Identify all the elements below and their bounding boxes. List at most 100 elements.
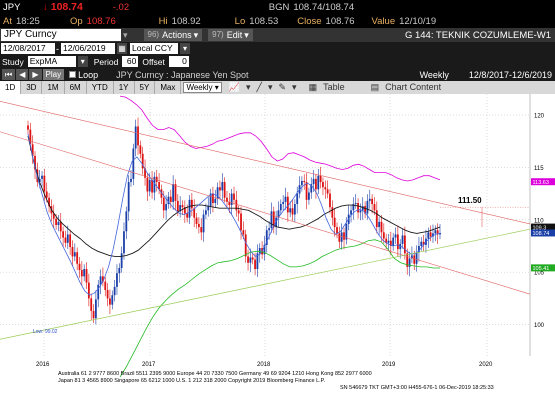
calendar-icon[interactable]: ▦ bbox=[117, 43, 127, 54]
candle-body bbox=[197, 223, 200, 228]
candle-body bbox=[305, 182, 308, 200]
edit-button[interactable]: 97) Edit ▾ bbox=[208, 29, 253, 41]
period-label: Period bbox=[93, 56, 119, 67]
step-back-button[interactable]: ◀ bbox=[16, 69, 29, 80]
playback-bar: ⏮ ◀ ▶ Play Loop JPY Curncy : Japanese Ye… bbox=[0, 68, 555, 81]
frequency-select[interactable]: Weekly ▾ bbox=[183, 82, 222, 93]
candle-body bbox=[87, 282, 90, 299]
candle-body bbox=[172, 184, 175, 202]
period-ytd[interactable]: YTD bbox=[87, 81, 114, 94]
period-5y[interactable]: 5Y bbox=[135, 81, 156, 94]
candle-body bbox=[303, 180, 306, 183]
table-icon[interactable]: ▦ bbox=[306, 81, 321, 94]
chevron-down-icon[interactable]: ▾ bbox=[77, 56, 88, 67]
offset-input[interactable]: 0 bbox=[168, 56, 189, 67]
candle-body bbox=[120, 253, 123, 268]
loop-label: Loop bbox=[78, 69, 99, 80]
candle-body bbox=[268, 228, 271, 231]
y-tick-label: 120 bbox=[534, 113, 545, 119]
candle-body bbox=[186, 213, 189, 218]
candle-body bbox=[57, 221, 60, 225]
candle-body bbox=[315, 178, 317, 190]
candle-body bbox=[247, 256, 249, 263]
dropdown-arrow-icon[interactable]: ▾ bbox=[123, 30, 128, 41]
candle-body bbox=[233, 193, 235, 200]
at-time: 18:25 bbox=[15, 15, 40, 27]
loop-checkbox[interactable] bbox=[69, 71, 77, 78]
candle-body bbox=[420, 241, 423, 246]
candle-body bbox=[73, 252, 76, 257]
chevron-down-icon[interactable]: ▾ bbox=[180, 43, 190, 54]
price-chart[interactable]: 1001051101151202016 2017 2018 2019 2020111.5… bbox=[0, 94, 555, 400]
start-date-input[interactable]: 12/08/2017 bbox=[1, 43, 55, 54]
candle-body bbox=[324, 187, 327, 190]
period-6m[interactable]: 6M bbox=[65, 81, 87, 94]
candle-body bbox=[195, 217, 198, 224]
candle-body bbox=[329, 193, 331, 208]
annotation-label: 111.50 bbox=[458, 196, 482, 205]
bgn-value: 108.74/108.74 bbox=[293, 1, 355, 13]
period-1y[interactable]: 1Y bbox=[114, 81, 135, 94]
candle-body bbox=[434, 230, 437, 234]
candle-body bbox=[380, 221, 383, 233]
table-button[interactable]: Table bbox=[320, 81, 348, 94]
security-field[interactable]: JPY Curncy bbox=[1, 29, 121, 41]
period-3d[interactable]: 3D bbox=[21, 81, 43, 94]
chart-content-button[interactable]: Chart Content bbox=[382, 81, 444, 94]
draw-line-icon[interactable]: ╱ bbox=[254, 81, 265, 94]
candle-body bbox=[331, 207, 334, 218]
candle-body bbox=[340, 232, 343, 242]
currency-select[interactable]: Local CCY bbox=[130, 43, 178, 54]
value-tag-label: 105.41 bbox=[533, 266, 550, 272]
x-tick-label: 2019 bbox=[382, 362, 396, 368]
line-chart-icon[interactable]: 📈 bbox=[226, 81, 243, 94]
candle-body bbox=[169, 196, 172, 202]
y-tick-label: 100 bbox=[534, 323, 545, 329]
candle-body bbox=[27, 125, 29, 130]
edit-shortcut: 97) bbox=[212, 30, 224, 39]
chevron-down-icon[interactable]: ▾ bbox=[289, 81, 300, 94]
period-input[interactable]: 60 bbox=[122, 56, 139, 67]
candle-body bbox=[249, 257, 252, 263]
chart-content-icon[interactable]: ▤ bbox=[368, 81, 383, 94]
candle-body bbox=[293, 204, 296, 215]
chevron-down-icon[interactable]: ▾ bbox=[265, 81, 276, 94]
study-label: Study bbox=[2, 56, 24, 67]
play-button[interactable]: Play bbox=[42, 69, 65, 80]
candle-body bbox=[137, 126, 139, 146]
footer-line: SN 546679 TKT GMT+3:00 H455-676-1 06-Dec… bbox=[340, 385, 494, 391]
low-label: Low: 99.02 bbox=[33, 329, 58, 335]
candle-body bbox=[237, 210, 240, 214]
candle-body bbox=[429, 232, 432, 237]
candle-body bbox=[113, 286, 116, 296]
period-max[interactable]: Max bbox=[155, 81, 182, 94]
chart-area[interactable]: 100 105 110 115 120 2016 2017 2018 2019 2020 111.5… bbox=[0, 94, 555, 400]
bgn-label: BGN bbox=[268, 1, 290, 13]
candle-body bbox=[258, 248, 261, 254]
chevron-down-icon[interactable]: ▾ bbox=[243, 81, 254, 94]
candle-body bbox=[375, 210, 378, 228]
chart-title: JPY Curncy : Japanese Yen Spot bbox=[116, 69, 249, 80]
candle-body bbox=[104, 281, 107, 290]
chevron-down-icon: ▾ bbox=[244, 30, 249, 40]
end-date-input[interactable]: 12/06/2019 bbox=[61, 43, 115, 54]
study-select[interactable]: ExpMA bbox=[27, 56, 76, 67]
period-1d[interactable]: 1D bbox=[0, 81, 22, 94]
actions-button[interactable]: 96) Actions ▾ bbox=[143, 29, 203, 41]
function-toolbar: JPY Curncy ▾ 96) Actions ▾ 97) Edit ▾ G … bbox=[0, 28, 555, 42]
x-tick-label: 2016 bbox=[36, 362, 50, 368]
candle-body bbox=[66, 234, 69, 243]
candle-body bbox=[45, 191, 48, 198]
step-forward-button[interactable]: ▶ bbox=[29, 69, 42, 80]
candle-body bbox=[205, 210, 207, 215]
rewind-button[interactable]: ⏮ bbox=[2, 69, 16, 80]
candle-body bbox=[282, 201, 285, 205]
candle-body bbox=[300, 180, 303, 186]
candle-body bbox=[64, 237, 67, 243]
period-1m[interactable]: 1M bbox=[42, 81, 65, 94]
candle-body bbox=[162, 197, 165, 211]
text-tool-icon[interactable]: ✎ bbox=[275, 81, 289, 94]
candle-body bbox=[394, 234, 397, 238]
candle-body bbox=[146, 177, 149, 192]
candle-body bbox=[41, 175, 43, 179]
